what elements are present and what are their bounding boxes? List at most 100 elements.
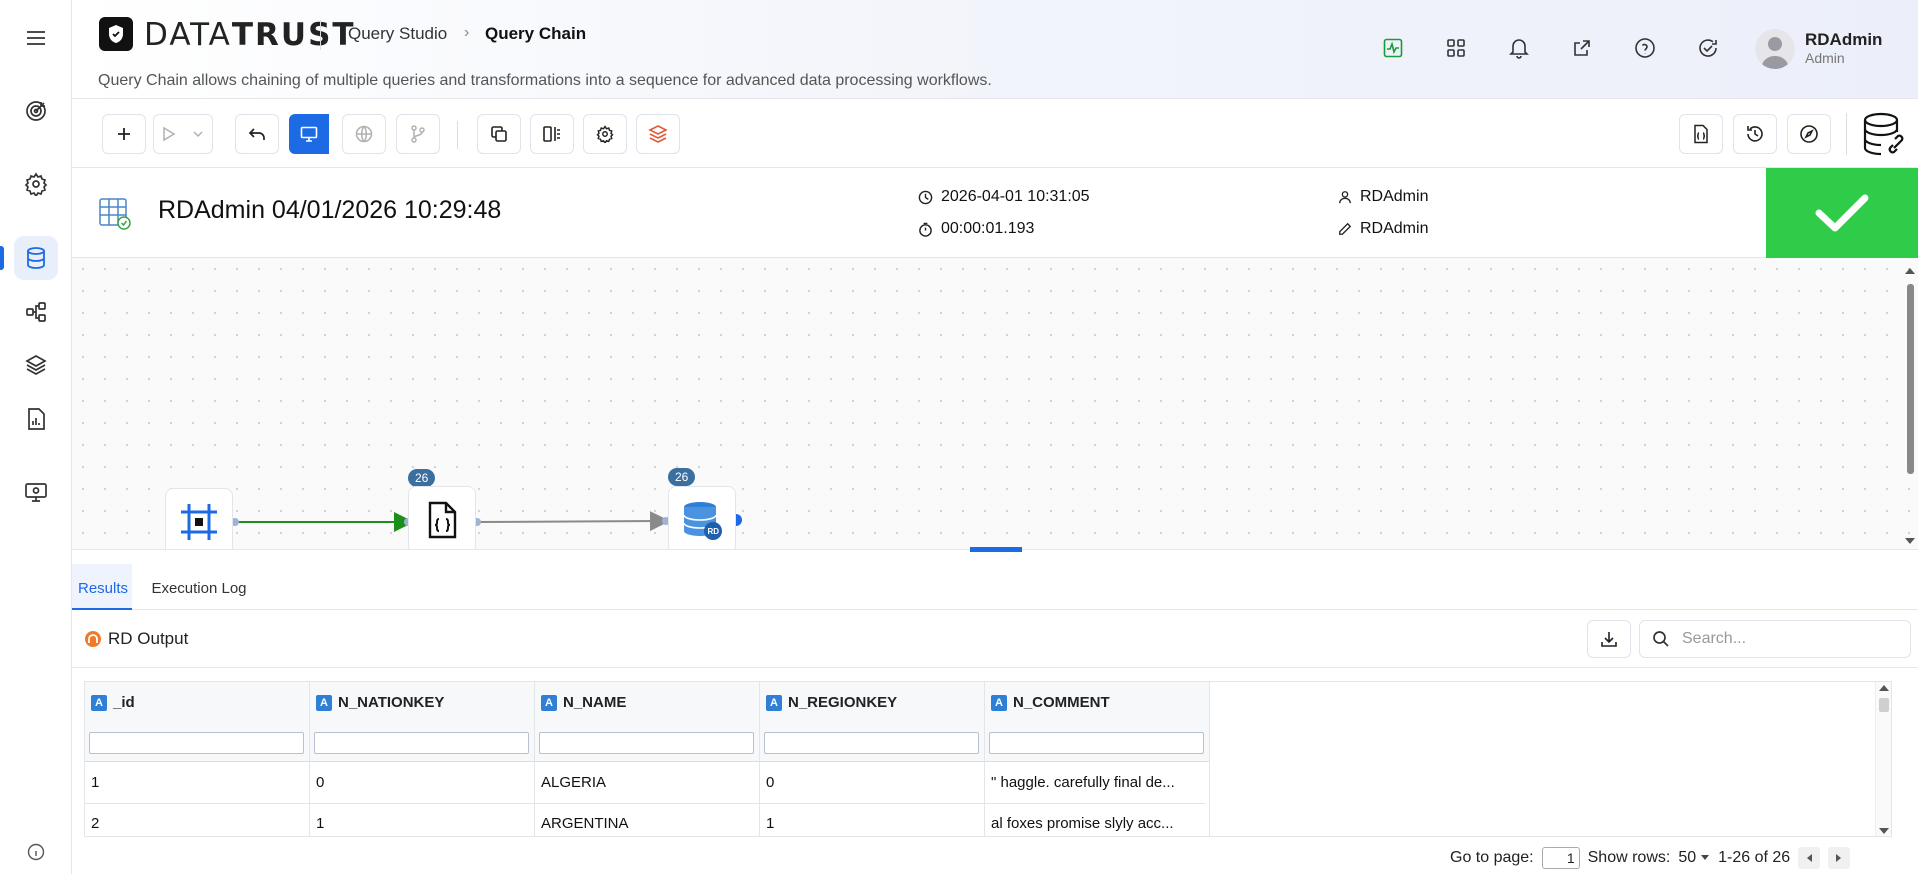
output-node-badge: 26 — [668, 468, 696, 486]
web-view-toggle[interactable] — [342, 114, 386, 154]
page-subtitle: Query Chain allows chaining of multiple … — [98, 72, 992, 89]
column-title: N_COMMENT — [1013, 694, 1110, 711]
created-by-value: RDAdmin — [1360, 188, 1429, 205]
user-icon — [1339, 191, 1351, 204]
column-header[interactable]: A _id — [85, 682, 309, 762]
stack-layers-button[interactable] — [636, 114, 680, 154]
table-cell: 0 — [316, 774, 325, 791]
activity-monitor-icon[interactable] — [1378, 33, 1408, 63]
source-node[interactable] — [165, 488, 233, 549]
header-divider — [320, 20, 321, 50]
notification-bell-icon[interactable] — [1504, 33, 1534, 63]
database-icon[interactable] — [0, 236, 58, 280]
search-input[interactable] — [1682, 630, 1882, 648]
user-name[interactable]: RDAdmin — [1805, 30, 1882, 50]
app-header: DATATRUST Query Studio › Query Chain Que… — [72, 0, 1918, 99]
run-timestamp-value: 2026-04-01 10:31:05 — [941, 188, 1090, 205]
rows-per-page-select[interactable]: 50 — [1678, 849, 1710, 867]
help-question-icon[interactable] — [1630, 33, 1660, 63]
prev-page-button[interactable] — [1798, 847, 1821, 869]
chevron-down-icon — [193, 131, 203, 138]
external-link-icon[interactable] — [1567, 33, 1597, 63]
column-filter-input[interactable] — [314, 732, 529, 754]
canvas-vertical-scrollbar[interactable] — [1902, 266, 1918, 546]
edge-query-to-output — [476, 511, 670, 532]
run-title: RDAdmin 04/01/2026 10:29:48 — [158, 196, 502, 224]
query-node[interactable] — [408, 486, 476, 549]
settings-gear-icon[interactable] — [14, 162, 58, 206]
json-export-button[interactable] — [1679, 114, 1723, 154]
settings-button[interactable] — [583, 114, 627, 154]
column-title: N_REGIONKEY — [788, 694, 898, 711]
column-title: N_NAME — [563, 694, 627, 711]
search-icon — [1653, 631, 1669, 647]
chain-edges — [231, 511, 742, 532]
output-title: RD Output — [84, 629, 188, 649]
table-cell: 0 — [766, 774, 775, 791]
column-title: N_NATIONKEY — [338, 694, 445, 711]
table-cell: ARGENTINA — [541, 815, 629, 832]
column-title: _id — [113, 694, 135, 711]
goto-page-input[interactable]: 1 — [1541, 847, 1580, 869]
hamburger-menu-icon[interactable] — [14, 16, 58, 60]
workflow-nodes-icon[interactable] — [14, 290, 58, 334]
split-compare-button[interactable] — [530, 114, 574, 154]
branch-button[interactable] — [396, 114, 440, 154]
apps-grid-icon[interactable] — [1441, 33, 1471, 63]
column-filter-input[interactable] — [89, 732, 304, 754]
column-filter-input[interactable] — [764, 732, 979, 754]
table-vertical-scrollbar[interactable] — [1875, 682, 1891, 836]
text-type-icon: A — [316, 694, 332, 711]
page-range: 1-26 of 26 — [1718, 849, 1791, 866]
column-header[interactable]: A N_COMMENT — [985, 682, 1209, 762]
table-cell: 1 — [766, 815, 775, 832]
column-filter-input[interactable] — [539, 732, 754, 754]
next-page-button[interactable] — [1828, 847, 1851, 869]
add-button[interactable] — [102, 114, 146, 154]
user-avatar[interactable] — [1755, 29, 1795, 69]
column-header[interactable]: A N_REGIONKEY — [760, 682, 984, 762]
history-button[interactable] — [1733, 114, 1777, 154]
run-modified-by: RDAdmin — [1338, 220, 1428, 238]
run-timestamp: 2026-04-01 10:31:05 — [918, 188, 1090, 206]
copy-button[interactable] — [477, 114, 521, 154]
report-document-icon[interactable] — [14, 397, 58, 441]
chain-canvas[interactable]: 26 26 RD — [72, 258, 1918, 550]
shield-logo-icon — [99, 17, 133, 51]
table-cell: 1 — [316, 815, 325, 832]
info-icon[interactable] — [14, 830, 58, 874]
undo-button[interactable] — [235, 114, 279, 154]
rd-database-icon: RD — [683, 502, 722, 540]
panel-resize-handle[interactable] — [970, 547, 1022, 552]
table-pager: Go to page: 1 Show rows: 50 1-26 of 26 — [1450, 846, 1851, 870]
table-cell: ALGERIA — [541, 774, 607, 791]
refresh-check-icon[interactable] — [1693, 33, 1723, 63]
breadcrumb-parent[interactable]: Query Studio — [348, 24, 447, 44]
pencil-icon — [1339, 222, 1352, 235]
target-icon[interactable] — [14, 89, 58, 133]
download-icon — [1601, 632, 1617, 647]
text-type-icon: A — [766, 694, 782, 711]
text-type-icon: A — [91, 694, 107, 711]
download-button[interactable] — [1587, 620, 1631, 658]
column-id: A _id 1 2 — [85, 682, 310, 836]
user-role: Admin — [1805, 50, 1845, 66]
tab-results[interactable]: Results — [72, 564, 132, 610]
tab-execution-log[interactable]: Execution Log — [144, 564, 254, 610]
monitor-settings-icon[interactable] — [14, 470, 58, 514]
caret-left-icon — [1807, 854, 1813, 862]
column-filter-input[interactable] — [989, 732, 1204, 754]
text-type-icon: A — [991, 694, 1007, 711]
column-header[interactable]: A N_NATIONKEY — [310, 682, 534, 762]
desktop-view-toggle[interactable] — [289, 114, 329, 154]
column-header[interactable]: A N_NAME — [535, 682, 759, 762]
goto-page-label: Go to page: — [1450, 849, 1534, 866]
database-link-icon[interactable] — [1862, 111, 1908, 157]
output-node[interactable]: RD — [668, 486, 736, 549]
rows-per-page-value: 50 — [1678, 849, 1697, 866]
compass-explore-button[interactable] — [1787, 114, 1831, 154]
table-cell: 2 — [91, 815, 100, 832]
play-icon — [163, 126, 176, 142]
layers-icon[interactable] — [14, 343, 58, 387]
run-dropdown-button[interactable] — [153, 114, 213, 154]
